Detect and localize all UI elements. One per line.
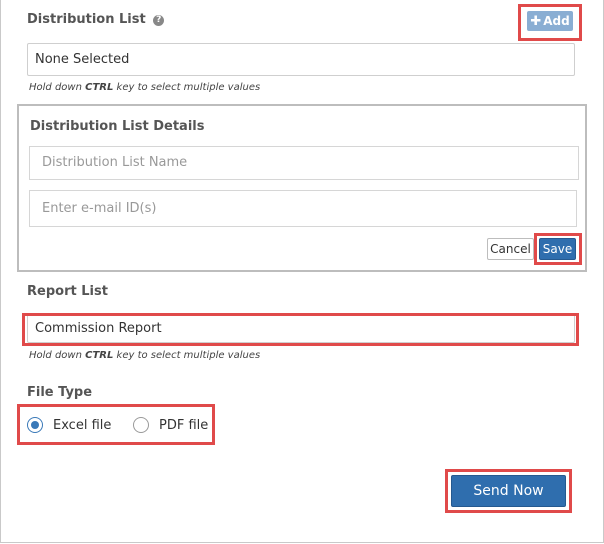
distribution-list-hint: Hold down CTRL key to select multiple va… (29, 82, 261, 93)
distribution-list-value: None Selected (35, 52, 130, 67)
distribution-list-name-input[interactable]: Distribution List Name (29, 146, 579, 180)
distribution-list-label: Distribution List (27, 12, 146, 27)
details-title: Distribution List Details (30, 119, 205, 134)
highlight-add (518, 4, 582, 41)
email-placeholder: Enter e-mail ID(s) (42, 201, 157, 216)
distribution-list-title: Distribution List ? (27, 12, 165, 27)
question-circle-icon[interactable]: ? (153, 15, 165, 26)
file-type-title: File Type (27, 385, 93, 400)
highlight-report-list (22, 313, 579, 346)
email-ids-input[interactable]: Enter e-mail ID(s) (29, 190, 577, 227)
cancel-button[interactable]: Cancel (487, 238, 534, 260)
distribution-list-select[interactable]: None Selected (27, 43, 575, 76)
report-list-hint: Hold down CTRL key to select multiple va… (29, 350, 261, 361)
highlight-save (534, 233, 582, 265)
highlight-file-type (17, 404, 215, 445)
highlight-send-now (445, 469, 572, 513)
report-list-title: Report List (27, 284, 108, 299)
name-placeholder: Distribution List Name (42, 155, 188, 170)
